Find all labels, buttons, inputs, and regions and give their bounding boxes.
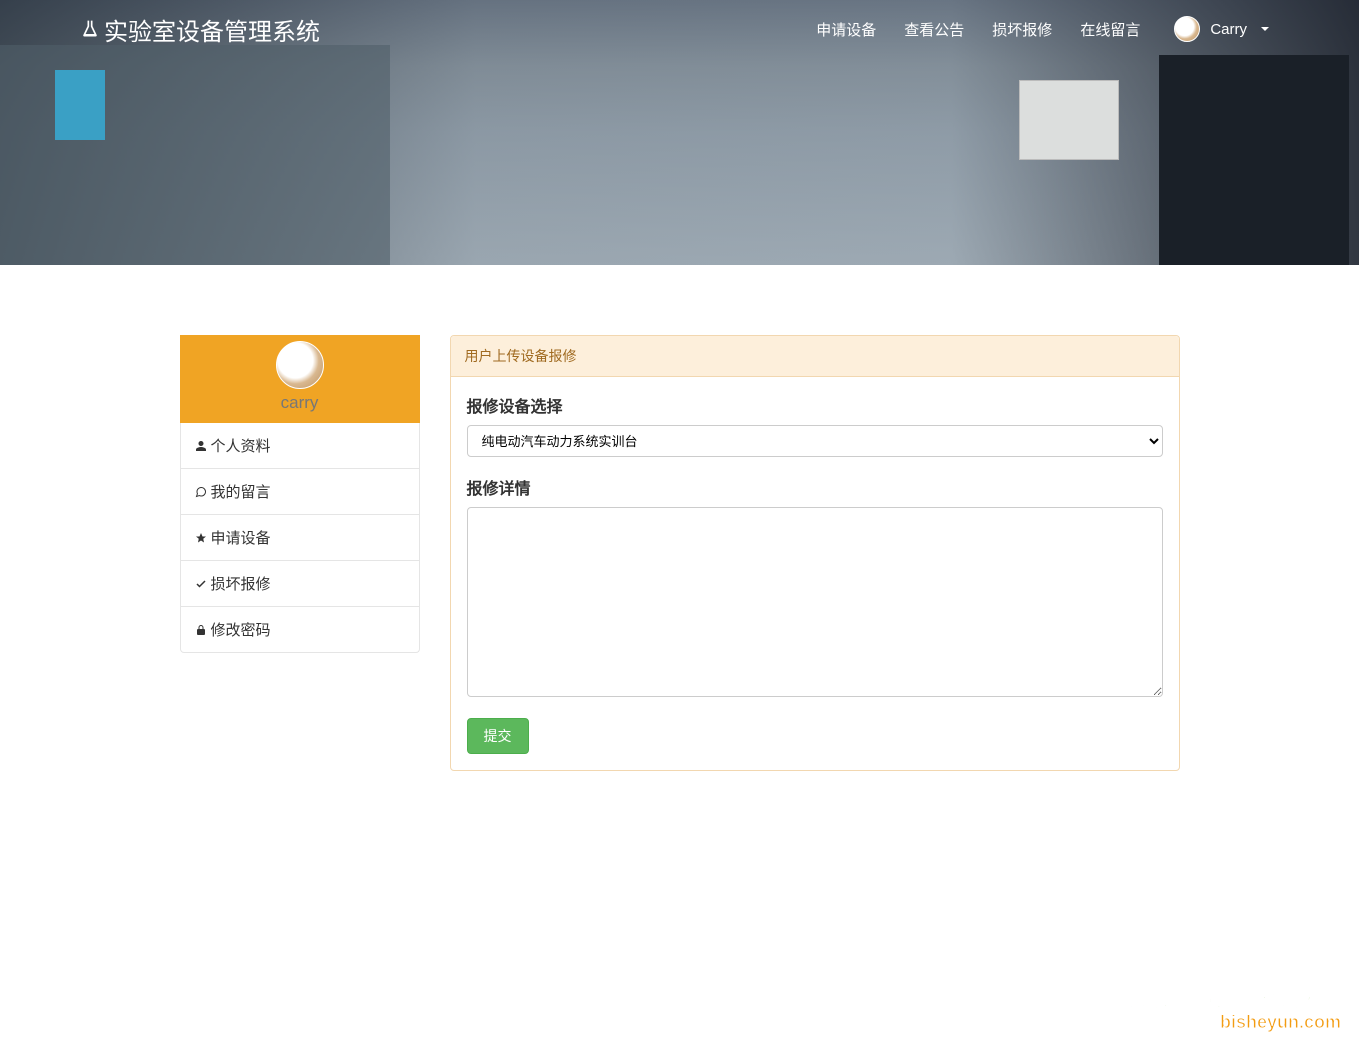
sidebar: carry 个人资料 我的留言 申请设备 损坏报修 修改密码 — [180, 335, 420, 771]
comment-icon — [195, 486, 209, 498]
top-navbar: 实验室设备管理系统 申请设备 查看公告 损坏报修 在线留言 Carry — [0, 0, 1359, 58]
sidebar-item-password[interactable]: 修改密码 — [181, 607, 419, 652]
device-select[interactable]: 纯电动汽车动力系统实训台 — [467, 425, 1163, 457]
panel-body: 报修设备选择 纯电动汽车动力系统实训台 报修详情 提交 — [451, 377, 1179, 770]
form-panel: 用户上传设备报修 报修设备选择 纯电动汽车动力系统实训台 报修详情 提交 — [450, 335, 1180, 771]
profile-username: carry — [180, 393, 420, 413]
brand[interactable]: 实验室设备管理系统 — [80, 12, 320, 47]
avatar-icon — [1174, 16, 1200, 42]
sidebar-menu: 个人资料 我的留言 申请设备 损坏报修 修改密码 — [180, 423, 420, 653]
nav-online-message[interactable]: 在线留言 — [1068, 11, 1152, 48]
sidebar-item-label: 个人资料 — [211, 435, 271, 456]
sidebar-item-messages[interactable]: 我的留言 — [181, 469, 419, 515]
lock-icon — [195, 624, 209, 636]
nav-view-notice[interactable]: 查看公告 — [892, 11, 976, 48]
brand-title: 实验室设备管理系统 — [104, 12, 320, 47]
hero-decor — [1019, 80, 1119, 160]
detail-label: 报修详情 — [467, 475, 1163, 499]
flask-icon — [80, 18, 100, 40]
nav-right: 申请设备 查看公告 损坏报修 在线留言 Carry — [804, 10, 1279, 48]
user-icon — [195, 440, 209, 452]
hero-banner: 实验室设备管理系统 申请设备 查看公告 损坏报修 在线留言 Carry — [0, 0, 1359, 265]
sidebar-item-label: 损坏报修 — [211, 573, 271, 594]
sidebar-item-label: 我的留言 — [211, 481, 271, 502]
nav-user-dropdown[interactable]: Carry — [1156, 10, 1279, 48]
sidebar-item-label: 申请设备 — [211, 527, 271, 548]
check-icon — [195, 578, 209, 590]
detail-textarea[interactable] — [467, 507, 1163, 697]
profile-card: carry — [180, 335, 420, 423]
avatar-icon — [276, 341, 324, 389]
nav-apply-device[interactable]: 申请设备 — [804, 11, 888, 48]
watermark-line2: bisheyun.com — [1101, 1012, 1341, 1033]
sidebar-item-apply[interactable]: 申请设备 — [181, 515, 419, 561]
hero-decor — [55, 70, 105, 140]
sidebar-item-label: 修改密码 — [211, 619, 271, 640]
submit-button[interactable]: 提交 — [467, 718, 529, 754]
sidebar-item-profile[interactable]: 个人资料 — [181, 423, 419, 469]
device-select-label: 报修设备选择 — [467, 393, 1163, 417]
main-container: carry 个人资料 我的留言 申请设备 损坏报修 修改密码 — [170, 335, 1190, 771]
nav-damage-report[interactable]: 损坏报修 — [980, 11, 1064, 48]
sidebar-item-repair[interactable]: 损坏报修 — [181, 561, 419, 607]
star-icon — [195, 532, 209, 544]
watermark: 更多设计请关注（毕设云） bisheyun.com — [1101, 983, 1341, 1033]
panel-title: 用户上传设备报修 — [451, 336, 1179, 377]
nav-username: Carry — [1210, 21, 1247, 38]
hero-decor — [1159, 55, 1349, 265]
chevron-down-icon — [1261, 27, 1269, 31]
watermark-line1: 更多设计请关注（毕设云） — [1101, 983, 1341, 1012]
